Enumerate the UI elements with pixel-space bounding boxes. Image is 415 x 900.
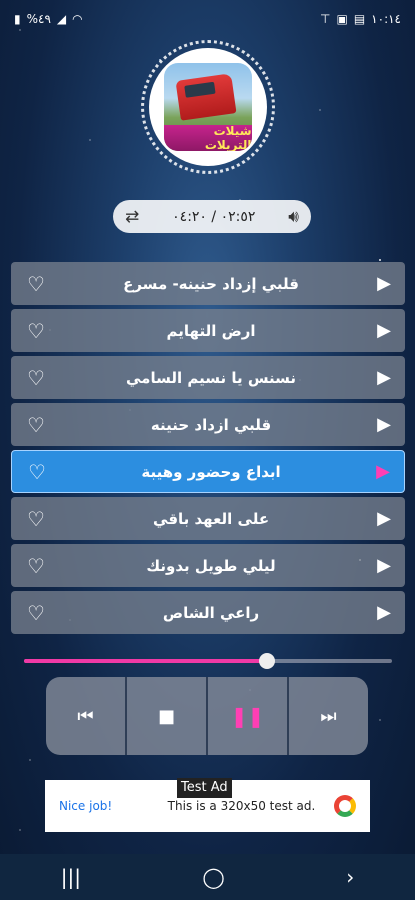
heart-icon[interactable]: ♡ xyxy=(28,462,46,482)
play-icon[interactable]: ▶ xyxy=(377,274,391,293)
track-row[interactable]: ♡ ليلي طويل بدونك ▶ xyxy=(11,544,405,587)
ad-text: This is a 320x50 test ad. xyxy=(167,799,316,813)
track-row[interactable]: ♡ قلبي ازداد حنينه ▶ xyxy=(11,403,405,446)
heart-icon[interactable]: ♡ xyxy=(27,509,45,529)
heart-icon[interactable]: ♡ xyxy=(27,321,45,341)
stop-icon: ■ xyxy=(157,705,175,727)
heart-icon[interactable]: ♡ xyxy=(27,274,45,294)
play-icon[interactable]: ▶ xyxy=(377,415,391,434)
status-bar: ▮ %٤٩ ◢ ◠ ⊤ ▣ ▤ ١٠:١٤ xyxy=(0,0,415,38)
stop-button[interactable]: ■ xyxy=(127,677,208,755)
ad-nice-text: Nice job! xyxy=(59,799,113,813)
heart-icon[interactable]: ♡ xyxy=(27,556,45,576)
seek-bar[interactable] xyxy=(24,653,392,669)
volume-icon[interactable]: 🔊︎ xyxy=(288,207,299,227)
pause-button[interactable]: ❚❚ xyxy=(208,677,289,755)
next-icon: ⏭︎ xyxy=(320,705,337,727)
time-text: ٠٢:٥٢ / ٠٤:٢٠ xyxy=(172,208,256,225)
repeat-icon[interactable]: ⇄ xyxy=(125,207,139,227)
wifi-icon: ◠ xyxy=(72,12,83,26)
battery-percent: %٤٩ xyxy=(26,12,51,26)
track-title: قلبي إزداد حنينه- مسرع xyxy=(123,274,299,293)
track-row[interactable]: ♡ قلبي إزداد حنينه- مسرع ▶ xyxy=(11,262,405,305)
play-icon[interactable]: ▶ xyxy=(377,556,391,575)
seek-fill xyxy=(24,659,267,663)
play-icon[interactable]: ▶ xyxy=(376,462,390,481)
track-row[interactable]: ♡ نسنس يا نسيم السامي ▶ xyxy=(11,356,405,399)
ad-banner[interactable]: Test Ad Nice job! This is a 320x50 test … xyxy=(45,778,370,832)
track-row[interactable]: ♡ ارض التهايم ▶ xyxy=(11,309,405,352)
signal-icon: ◢ xyxy=(56,12,67,26)
play-icon[interactable]: ▶ xyxy=(377,321,391,340)
status-time: ١٠:١٤ xyxy=(371,12,401,26)
time-display: ⇄ ٠٢:٥٢ / ٠٤:٢٠ 🔊︎ xyxy=(113,200,311,233)
track-row[interactable]: ♡ على العهد باقي ▶ xyxy=(11,497,405,540)
download-icon: ▤ xyxy=(353,12,366,26)
previous-icon: ⏮︎ xyxy=(77,705,94,727)
play-icon[interactable]: ▶ xyxy=(377,368,391,387)
pause-icon: ❚❚ xyxy=(230,704,265,728)
cover-image: شيلات التريلات xyxy=(163,63,252,151)
battery-icon: ▮ xyxy=(14,12,21,26)
heart-icon[interactable]: ♡ xyxy=(27,415,45,435)
seek-thumb[interactable] xyxy=(258,653,275,669)
track-title: ابداع وحضور وهيبة xyxy=(141,462,281,481)
track-row[interactable]: ♡ راعي الشاص ▶ xyxy=(11,591,405,634)
cover-label: شيلات التريلات xyxy=(163,124,252,151)
track-title: نسنس يا نسيم السامي xyxy=(126,368,297,387)
ad-logo-icon xyxy=(334,795,356,817)
track-title: راعي الشاص xyxy=(162,603,260,622)
album-cover: شيلات التريلات xyxy=(140,40,275,174)
ad-badge: Test Ad xyxy=(177,778,232,798)
truck-image xyxy=(174,73,237,121)
playlist: ♡ قلبي إزداد حنينه- مسرع ▶ ♡ ارض التهايم ▶ ♡ نس… xyxy=(11,262,405,638)
play-icon[interactable]: ▶ xyxy=(377,509,391,528)
back-icon[interactable]: › xyxy=(346,865,354,889)
home-icon[interactable]: ◯ xyxy=(202,865,224,889)
recents-icon[interactable]: ||| xyxy=(61,865,81,889)
next-button[interactable]: ⏭︎ xyxy=(289,677,368,755)
notification-icon: ⊤ xyxy=(320,12,331,26)
previous-button[interactable]: ⏮︎ xyxy=(46,677,127,755)
heart-icon[interactable]: ♡ xyxy=(27,368,45,388)
track-row[interactable]: ♡ ابداع وحضور وهيبة ▶ xyxy=(11,450,405,493)
track-title: ليلي طويل بدونك xyxy=(146,556,276,575)
heart-icon[interactable]: ♡ xyxy=(27,603,45,623)
track-title: على العهد باقي xyxy=(153,509,270,528)
track-title: قلبي ازداد حنينه xyxy=(150,415,272,434)
player-controls: ⏮︎ ■ ❚❚ ⏭︎ xyxy=(46,677,368,755)
image-icon: ▣ xyxy=(336,12,348,26)
play-icon[interactable]: ▶ xyxy=(377,603,391,622)
navigation-bar: ||| ◯ › xyxy=(0,854,415,900)
track-title: ارض التهايم xyxy=(166,321,256,340)
